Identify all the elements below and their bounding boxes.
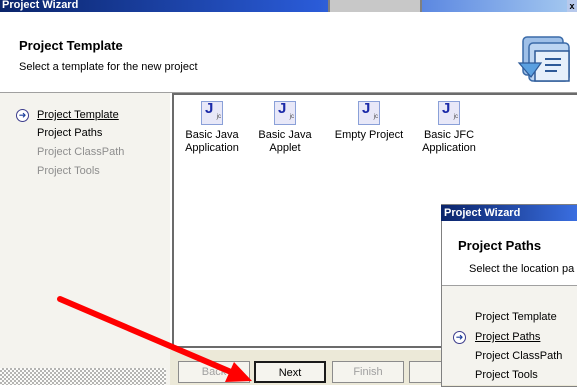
second-wizard-page-title: Project Paths	[458, 238, 542, 253]
template-empty-project[interactable]: Jjc Empty Project	[334, 101, 404, 142]
second-wizard-header	[442, 221, 577, 286]
back-button[interactable]: Back	[178, 361, 250, 383]
wizard-logo-icon	[517, 36, 570, 82]
second-wizard-page-subtitle: Select the location pa	[469, 263, 575, 275]
sidebar-item-project-tools: Project Tools	[37, 165, 100, 177]
status-strip	[0, 368, 166, 385]
sidebar-item-project-classpath: Project ClassPath	[37, 146, 125, 158]
second-sidebar-item-project-classpath[interactable]: Project ClassPath	[475, 350, 562, 362]
second-wizard-title-bar: Project Wizard	[441, 205, 577, 221]
page-subtitle: Select a template for the new project	[19, 61, 198, 73]
second-sidebar-item-project-paths[interactable]: Project Paths	[475, 331, 540, 343]
next-button[interactable]: Next	[254, 361, 326, 383]
window-title: Project Wizard	[2, 0, 79, 11]
java-file-icon: Jjc	[274, 101, 296, 125]
title-bar-strip	[328, 0, 422, 12]
java-file-icon: Jjc	[438, 101, 460, 125]
title-bar: Project Wizard x	[0, 0, 577, 12]
second-sidebar-item-project-template[interactable]: Project Template	[475, 311, 557, 323]
second-sidebar-item-project-tools[interactable]: Project Tools	[475, 369, 538, 381]
finish-button[interactable]: Finish	[332, 361, 404, 383]
template-basic-jfc-application[interactable]: Jjc Basic JFC Application	[414, 101, 484, 155]
close-icon[interactable]: x	[567, 0, 577, 12]
second-wizard-title: Project Wizard	[444, 207, 521, 219]
sidebar-item-project-paths[interactable]: Project Paths	[37, 127, 102, 139]
template-label: Empty Project	[334, 129, 404, 141]
page-title: Project Template	[19, 38, 123, 53]
java-file-icon: Jjc	[201, 101, 223, 125]
template-label: Basic Java Applet	[258, 129, 312, 154]
template-label: Basic JFC Application	[422, 129, 476, 154]
template-label: Basic Java Application	[185, 129, 239, 154]
template-basic-java-application[interactable]: Jjc Basic Java Application	[177, 101, 247, 155]
current-step-arrow-icon: ➜	[16, 109, 29, 122]
template-basic-java-applet[interactable]: Jjc Basic Java Applet	[250, 101, 320, 155]
java-file-icon: Jjc	[358, 101, 380, 125]
sidebar-item-project-template[interactable]: Project Template	[37, 109, 119, 121]
current-step-arrow-icon: ➜	[453, 331, 466, 344]
